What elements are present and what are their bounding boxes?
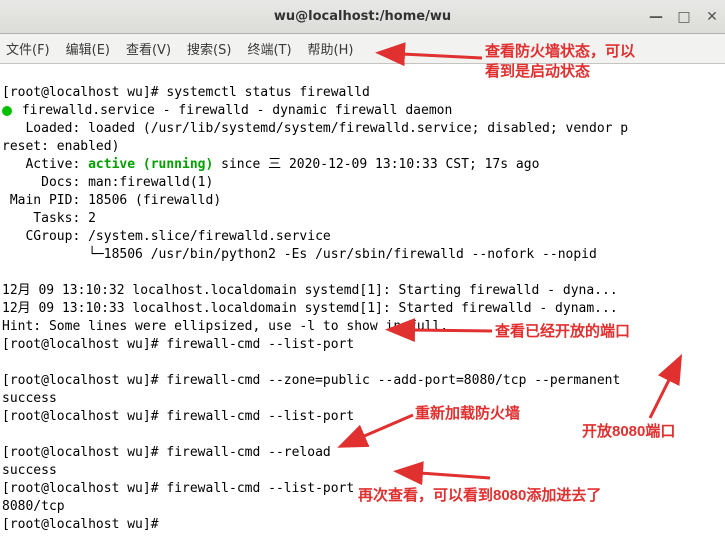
window-titlebar: wu@localhost:/home/wu — □ ✕ [0,0,725,34]
prompt: [root@localhost wu]# [2,517,159,532]
window-title: wu@localhost:/home/wu [274,9,451,24]
menu-terminal[interactable]: 终端(T) [247,39,291,58]
command-listport1: firewall-cmd --list-port [166,337,354,352]
loaded-line2: reset: enabled) [2,139,119,154]
output-success2: success [2,463,57,478]
prompt: [root@localhost wu]# [2,85,159,100]
prompt: [root@localhost wu]# [2,373,159,388]
prompt: [root@localhost wu]# [2,409,159,424]
active-rest: since 三 2020-12-09 13:10:33 CST; 17s ago [213,157,539,172]
command-listport3: firewall-cmd --list-port [166,481,354,496]
menu-view[interactable]: 查看(V) [126,39,171,58]
maximize-icon[interactable]: □ [677,10,691,24]
docs-line: Docs: man:firewalld(1) [2,175,213,190]
output-success: success [2,391,57,406]
command-status: systemctl status firewalld [166,85,370,100]
command-reload: firewall-cmd --reload [166,445,330,460]
active-label: Active: [2,157,88,172]
mainpid-line: Main PID: 18506 (firewalld) [2,193,221,208]
command-addport: firewall-cmd --zone=public --add-port=80… [166,373,620,388]
minimize-icon[interactable]: — [649,10,663,24]
log-line2: 12月 09 13:10:33 localhost.localdomain sy… [2,301,618,316]
output-port: 8080/tcp [2,499,65,514]
prompt: [root@localhost wu]# [2,337,159,352]
menu-edit[interactable]: 编辑(E) [66,39,110,58]
menu-search[interactable]: 搜索(S) [187,39,231,58]
tasks-line: Tasks: 2 [2,211,96,226]
cgroup-line: CGroup: /system.slice/firewalld.service [2,229,331,244]
loaded-line: Loaded: loaded (/usr/lib/systemd/system/… [2,121,628,136]
active-value: active (running) [88,157,213,172]
menu-file[interactable]: 文件(F) [6,39,50,58]
log-line1: 12月 09 13:10:32 localhost.localdomain sy… [2,283,618,298]
menu-help[interactable]: 帮助(H) [308,39,354,58]
status-dot-icon [2,106,12,116]
service-line: firewalld.service - firewalld - dynamic … [22,103,452,118]
command-listport2: firewall-cmd --list-port [166,409,354,424]
cgroup-line2: └─18506 /usr/bin/python2 -Es /usr/sbin/f… [2,247,597,262]
prompt: [root@localhost wu]# [2,481,159,496]
menubar: 文件(F) 编辑(E) 查看(V) 搜索(S) 终端(T) 帮助(H) [0,34,725,64]
terminal-output[interactable]: [root@localhost wu]# systemctl status fi… [0,64,725,536]
prompt: [root@localhost wu]# [2,445,159,460]
close-icon[interactable]: ✕ [705,10,719,24]
hint-line: Hint: Some lines were ellipsized, use -l… [2,319,448,334]
